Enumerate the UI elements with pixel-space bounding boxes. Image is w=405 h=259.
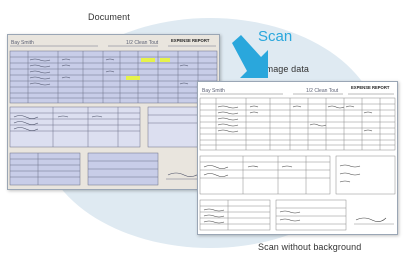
left-expense-report-title: EXPENSE REPORT	[171, 38, 210, 43]
document-label: Document	[88, 12, 130, 22]
scanned-document: Bay Smith 1/2 Clean Tout EXPENSE REPORT	[7, 34, 220, 190]
svg-text:Bay Smith: Bay Smith	[11, 40, 34, 46]
right-expense-report-title: EXPENSE REPORT	[351, 85, 390, 90]
clean-document-form-graphic: Bay Smith 1/2 Clean Tout EXPENSE REPORT	[199, 85, 396, 231]
scan-label: Scan	[258, 28, 293, 45]
document-form-graphic: Bay Smith 1/2 Clean Tout EXPENSE REPORT	[9, 38, 218, 186]
svg-text:1/2 Clean Tout: 1/2 Clean Tout	[126, 40, 159, 46]
svg-text:1/2 Clean Tout: 1/2 Clean Tout	[306, 88, 339, 94]
svg-text:Bay Smith: Bay Smith	[202, 88, 225, 94]
image-data-label: Image data	[263, 64, 310, 74]
scan-without-background-label: Scan without background	[258, 242, 362, 252]
scan-without-background-document: Bay Smith 1/2 Clean Tout EXPENSE REPORT	[197, 81, 398, 235]
